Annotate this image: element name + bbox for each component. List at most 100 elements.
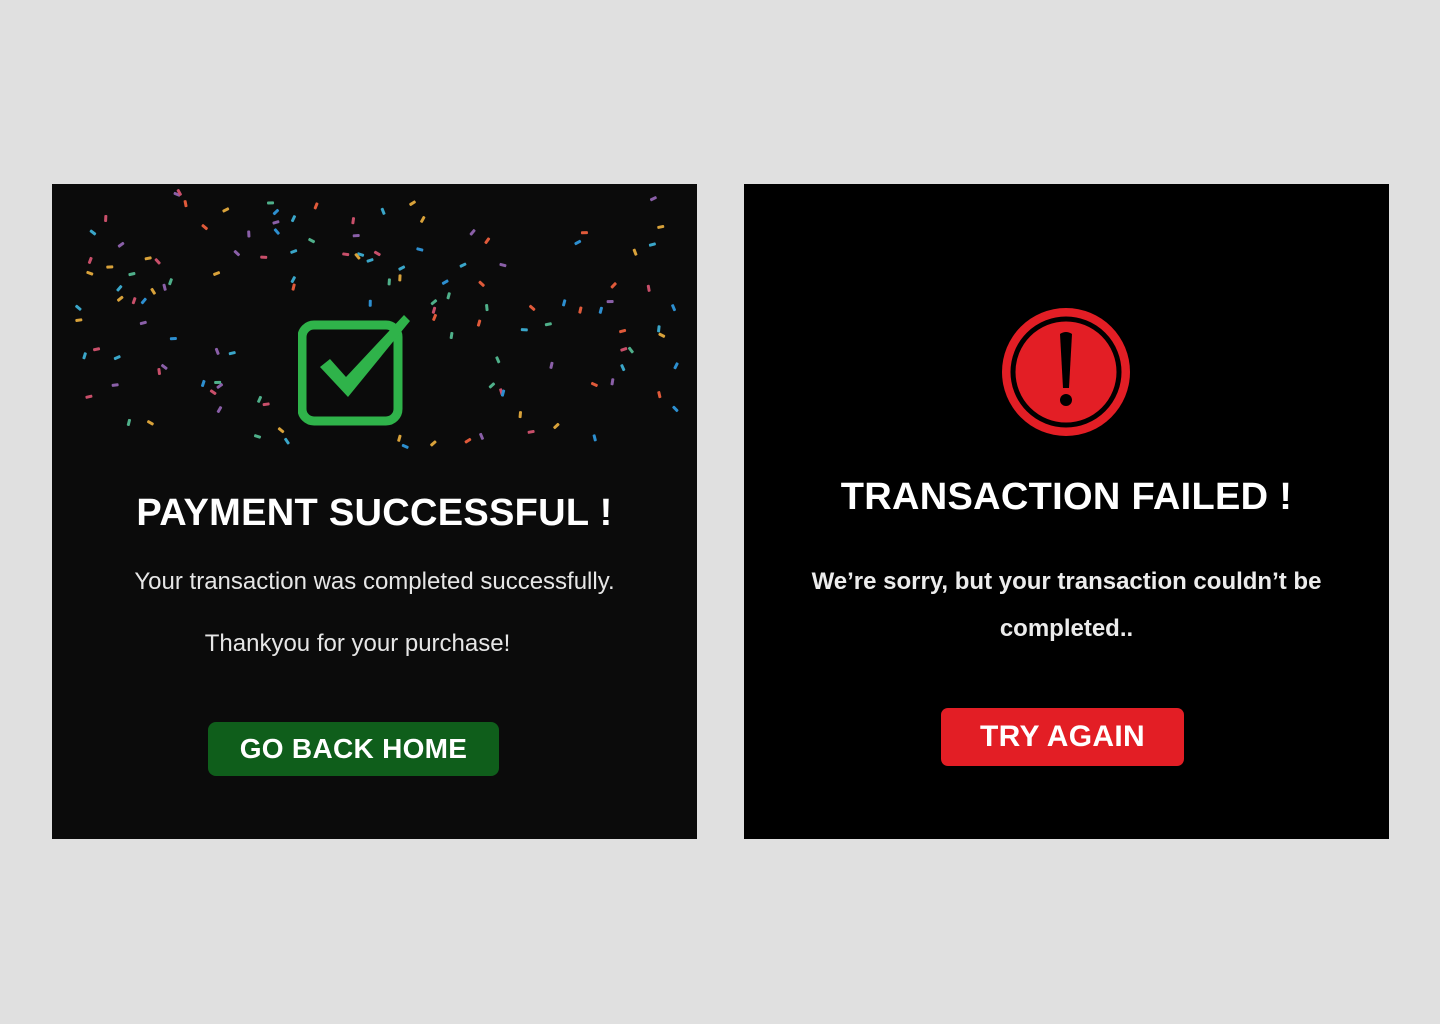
- confetti-piece: [430, 440, 437, 447]
- confetti-piece: [380, 207, 386, 215]
- confetti-piece: [117, 241, 125, 248]
- confetti-piece: [672, 405, 679, 413]
- exclamation-circle-icon: [1002, 308, 1130, 436]
- confetti-piece: [520, 328, 528, 332]
- confetti-piece: [75, 304, 82, 311]
- confetti-piece: [544, 322, 552, 327]
- confetti-piece: [291, 283, 296, 291]
- confetti-piece: [308, 237, 316, 244]
- try-again-button[interactable]: TRY AGAIN: [941, 708, 1184, 766]
- confetti-piece: [104, 214, 108, 222]
- confetti-piece: [606, 300, 614, 304]
- confetti-piece: [351, 217, 356, 225]
- confetti-piece: [387, 278, 391, 286]
- confetti-piece: [397, 434, 402, 442]
- confetti-piece: [273, 228, 280, 235]
- confetti-piece: [161, 363, 168, 370]
- confetti-piece: [86, 270, 94, 276]
- confetti-piece: [247, 230, 251, 238]
- confetti-piece: [233, 250, 240, 257]
- confetti-piece: [632, 248, 638, 256]
- confetti-piece: [580, 231, 588, 235]
- confetti-piece: [549, 361, 554, 369]
- confetti-piece: [82, 352, 87, 360]
- confetti-piece: [131, 297, 137, 305]
- confetti-piece: [162, 283, 167, 291]
- confetti-piece: [478, 280, 485, 287]
- confetti-piece: [518, 411, 523, 419]
- checkbox-check-icon: [298, 315, 410, 426]
- confetti-piece: [590, 381, 598, 387]
- confetti-piece: [272, 208, 280, 216]
- confetti-piece: [213, 271, 221, 276]
- confetti-piece: [488, 382, 496, 389]
- confetti-piece: [209, 389, 217, 395]
- thank-you-message: Thankyou for your purchase!: [204, 630, 511, 657]
- confetti-piece: [610, 282, 617, 289]
- confetti-piece: [610, 378, 615, 386]
- confetti-piece: [154, 258, 161, 265]
- confetti-piece: [430, 299, 438, 306]
- confetti-piece: [144, 256, 152, 261]
- confetti-piece: [75, 318, 83, 323]
- confetti-piece: [627, 346, 634, 354]
- success-message: Your transaction was completed successfu…: [134, 568, 615, 595]
- go-back-home-button[interactable]: GO BACK HOME: [208, 722, 499, 776]
- confetti-piece: [260, 255, 268, 259]
- confetti-piece: [657, 224, 665, 229]
- confetti-piece: [649, 196, 657, 202]
- confetti-piece: [183, 200, 188, 208]
- confetti-piece: [214, 380, 222, 385]
- confetti-piece: [313, 202, 319, 210]
- confetti-piece: [449, 331, 454, 340]
- confetti-piece: [253, 434, 262, 439]
- confetti-piece: [646, 284, 651, 292]
- transaction-failed-card: TRANSACTION FAILED ! We’re sorry, but yo…: [744, 184, 1389, 839]
- confetti-piece: [416, 247, 424, 252]
- confetti-piece: [553, 422, 560, 430]
- confetti-piece: [342, 252, 350, 257]
- confetti-piece: [150, 287, 156, 295]
- confetti-piece: [169, 336, 177, 341]
- confetti-piece: [469, 229, 476, 236]
- confetti-piece: [431, 306, 437, 314]
- confetti-piece: [446, 292, 451, 300]
- confetti-piece: [89, 229, 97, 236]
- confetti-piece: [398, 274, 402, 282]
- confetti-piece: [409, 200, 416, 206]
- failed-title: TRANSACTION FAILED !: [840, 476, 1293, 518]
- confetti-piece: [592, 434, 597, 442]
- confetti-piece: [87, 256, 93, 264]
- confetti-piece: [441, 279, 449, 285]
- confetti-piece: [290, 249, 298, 254]
- confetti-piece: [420, 216, 426, 223]
- confetti-piece: [495, 356, 501, 364]
- confetti-piece: [459, 262, 467, 268]
- confetti-piece: [368, 299, 372, 307]
- confetti-piece: [116, 285, 123, 292]
- confetti-piece: [657, 391, 662, 399]
- confetti-piece: [85, 394, 93, 399]
- confetti-piece: [657, 325, 661, 333]
- confetti-piece: [290, 215, 296, 223]
- confetti-piece: [216, 406, 223, 413]
- confetti-piece: [352, 233, 360, 238]
- confetti-piece: [106, 265, 114, 269]
- failed-message: We’re sorry, but your transaction couldn…: [811, 568, 1322, 642]
- payment-success-card: PAYMENT SUCCESSFUL ! Your transaction wa…: [52, 184, 697, 839]
- confetti-piece: [228, 351, 236, 356]
- confetti-piece: [432, 313, 437, 321]
- confetti-piece: [139, 320, 147, 326]
- confetti-piece: [401, 443, 409, 449]
- confetti-piece: [619, 328, 627, 334]
- confetti-piece: [111, 383, 119, 387]
- confetti-piece: [257, 395, 263, 403]
- success-title: PAYMENT SUCCESSFUL !: [136, 492, 613, 534]
- confetti-piece: [113, 355, 121, 361]
- confetti-piece: [578, 306, 583, 314]
- confetti-piece: [529, 304, 536, 311]
- confetti-piece: [620, 364, 626, 372]
- confetti-piece: [479, 432, 484, 440]
- confetti-piece: [146, 420, 154, 426]
- confetti-piece: [620, 347, 628, 352]
